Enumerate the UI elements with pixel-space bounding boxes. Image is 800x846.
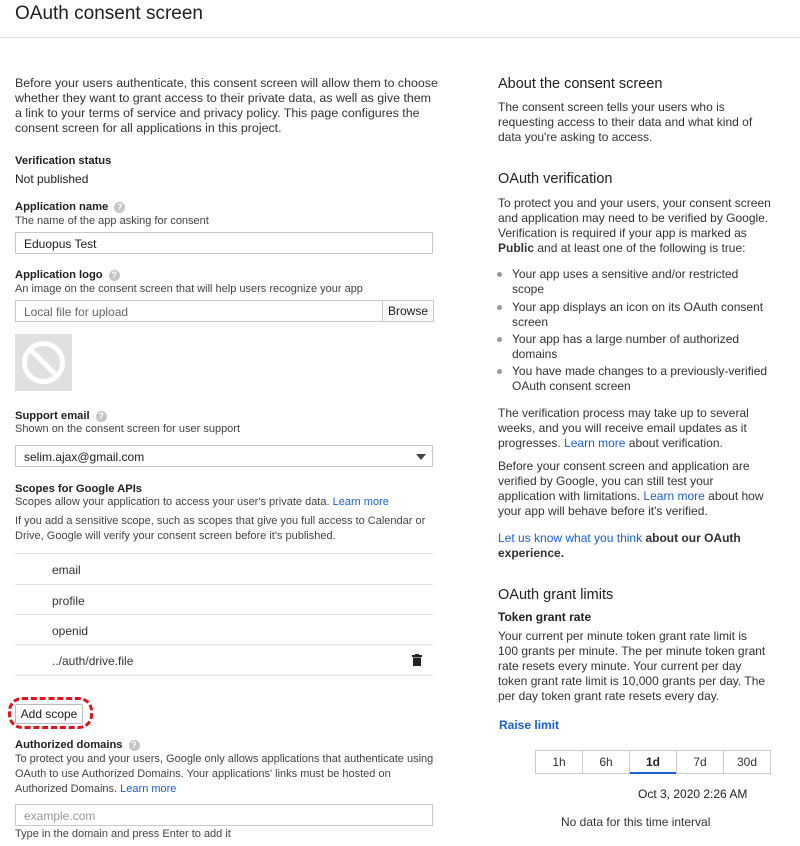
scope-row: openid: [15, 614, 433, 645]
tab-30d[interactable]: 30d: [724, 751, 770, 773]
app-logo-label: Application logo?: [15, 269, 120, 281]
browse-button[interactable]: Browse: [382, 300, 434, 322]
domain-placeholder: example.com: [24, 809, 96, 823]
scope-row: profile: [15, 584, 433, 615]
app-name-value: Eduopus Test: [24, 237, 97, 251]
scopes-label: Scopes for Google APIs: [15, 483, 143, 495]
limits-section: OAuth grant limits Token grant rate Your…: [498, 587, 778, 704]
limits-subtitle: Token grant rate: [498, 610, 592, 624]
domain-input[interactable]: example.com: [15, 804, 433, 826]
dropdown-arrow-icon: [416, 454, 426, 460]
limits-text: Your current per minute token grant rate…: [498, 629, 766, 703]
domain-hint: Type in the domain and press Enter to ad…: [15, 828, 231, 840]
scope-row: ../auth/drive.file: [15, 644, 433, 676]
app-name-label: Application name?: [15, 201, 126, 213]
trash-icon[interactable]: [412, 654, 422, 666]
verification-learn-more-link[interactable]: Learn more: [564, 436, 625, 450]
intro-text: Before your users authenticate, this con…: [15, 76, 438, 135]
domains-label: Authorized domains?: [15, 739, 140, 751]
verification-intro: To protect you and your users, your cons…: [498, 196, 771, 255]
app-name-input[interactable]: Eduopus Test: [15, 232, 433, 254]
logo-preview: [15, 334, 72, 391]
help-icon[interactable]: ?: [128, 739, 140, 751]
timestamp: Oct 3, 2020 2:26 AM: [638, 787, 748, 801]
scope-row: email: [15, 553, 433, 584]
tab-7d[interactable]: 7d: [677, 751, 724, 773]
help-icon[interactable]: ?: [108, 269, 120, 281]
verification-process-text: The verification process may take up to …: [498, 406, 749, 450]
about-text: The consent screen tells your users who …: [498, 100, 753, 144]
tab-1d[interactable]: 1d: [630, 751, 677, 774]
scopes-note: If you add a sensitive scope, such as sc…: [15, 515, 426, 542]
verification-title: OAuth verification: [498, 171, 613, 187]
bullet-item: Your app displays an icon on its OAuth c…: [497, 300, 772, 330]
page-header: OAuth consent screen: [0, 0, 800, 38]
support-email-help: Shown on the consent screen for user sup…: [15, 423, 241, 435]
verification-label: Verification status: [15, 155, 112, 167]
testing-text: Before your consent screen and applicati…: [498, 459, 764, 518]
bullet-item: Your app uses a sensitive and/or restric…: [497, 267, 772, 297]
support-email-label: Support email?: [15, 410, 107, 422]
no-data-message: No data for this time interval: [561, 815, 711, 829]
bullet-item: You have made changes to a previously-ve…: [497, 364, 772, 394]
app-logo-help: An image on the consent screen that will…: [15, 283, 363, 295]
scopes-help: Scopes allow your application to access …: [15, 496, 389, 508]
feedback-link[interactable]: Let us know what you think: [498, 531, 642, 545]
bullet-item: Your app has a large number of authorize…: [497, 332, 772, 362]
verification-value: Not published: [15, 172, 89, 186]
help-icon[interactable]: ?: [114, 201, 126, 213]
add-scope-button[interactable]: Add scope: [15, 704, 83, 724]
about-section: About the consent screen The consent scr…: [498, 76, 778, 145]
page-title: OAuth consent screen: [15, 3, 203, 24]
feedback-text: Let us know what you think about our OAu…: [498, 531, 741, 560]
app-name-help: The name of the app asking for consent: [15, 215, 209, 227]
about-title: About the consent screen: [498, 76, 663, 92]
raise-limit-link[interactable]: Raise limit: [499, 718, 559, 732]
support-email-select[interactable]: selim.ajax@gmail.com: [15, 445, 433, 467]
limits-title: OAuth grant limits: [498, 587, 614, 603]
logo-file-placeholder: Local file for upload: [24, 305, 129, 319]
tab-1h[interactable]: 1h: [536, 751, 583, 773]
domains-help: To protect you and your users, Google on…: [15, 753, 434, 795]
time-range-tabs: 1h 6h 1d 7d 30d: [535, 750, 771, 774]
domains-learn-more-link[interactable]: Learn more: [120, 783, 176, 795]
logo-file-input[interactable]: Local file for upload: [15, 300, 383, 322]
verification-section: OAuth verification To protect you and yo…: [498, 171, 778, 256]
no-image-icon: [22, 341, 65, 384]
testing-learn-more-link[interactable]: Learn more: [643, 489, 704, 503]
support-email-value: selim.ajax@gmail.com: [24, 450, 145, 464]
tab-6h[interactable]: 6h: [583, 751, 630, 773]
scopes-learn-more-link[interactable]: Learn more: [333, 496, 389, 508]
help-icon[interactable]: ?: [95, 410, 107, 422]
